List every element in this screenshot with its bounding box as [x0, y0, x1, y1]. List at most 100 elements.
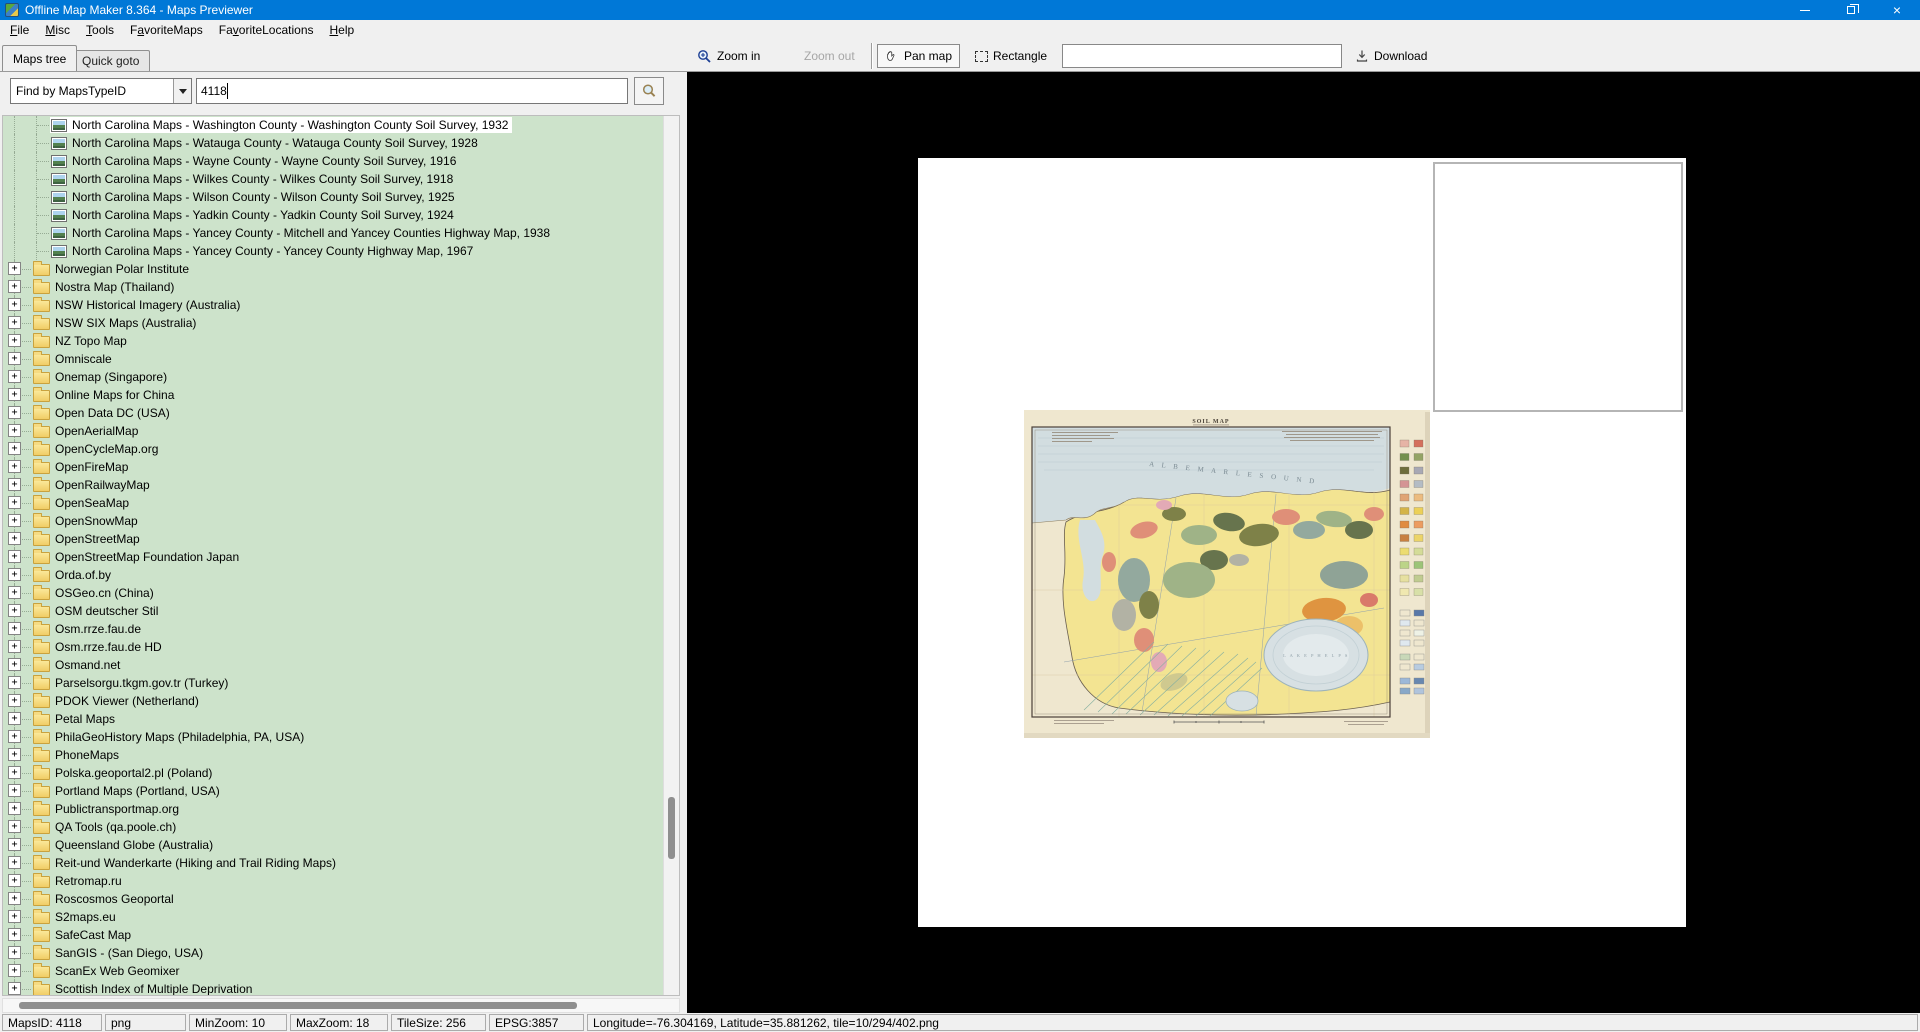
- tree-item-folder[interactable]: + Osmand.net: [3, 656, 663, 674]
- minimize-button[interactable]: [1782, 0, 1828, 20]
- rectangle-button[interactable]: Rectangle: [968, 44, 1054, 68]
- expand-toggle[interactable]: +: [8, 856, 21, 869]
- expand-toggle[interactable]: +: [8, 802, 21, 815]
- expand-toggle[interactable]: +: [8, 442, 21, 455]
- expand-toggle[interactable]: +: [8, 730, 21, 743]
- menu-item-tools[interactable]: Tools: [78, 21, 122, 39]
- expand-toggle[interactable]: +: [8, 424, 21, 437]
- tree-item-folder[interactable]: + Onemap (Singapore): [3, 368, 663, 386]
- expand-toggle[interactable]: +: [8, 316, 21, 329]
- tree-item-folder[interactable]: + Portland Maps (Portland, USA): [3, 782, 663, 800]
- tree-item-folder[interactable]: + SanGIS - (San Diego, USA): [3, 944, 663, 962]
- tree-item-folder[interactable]: + Osm.rrze.fau.de: [3, 620, 663, 638]
- search-input[interactable]: [196, 78, 628, 104]
- find-mode-select[interactable]: Find by MapsTypeID: [10, 78, 192, 104]
- tree-item-folder[interactable]: + QA Tools (qa.poole.ch): [3, 818, 663, 836]
- menu-item-favoritelocations[interactable]: FavoriteLocations: [211, 21, 322, 39]
- expand-toggle[interactable]: +: [8, 910, 21, 923]
- tree-item-folder[interactable]: + Orda.of.by: [3, 566, 663, 584]
- menu-item-favoritemaps[interactable]: FavoriteMaps: [122, 21, 211, 39]
- tree-item-folder[interactable]: + OpenStreetMap: [3, 530, 663, 548]
- tree-item-folder[interactable]: + OpenRailwayMap: [3, 476, 663, 494]
- tree-item-folder[interactable]: + PhilaGeoHistory Maps (Philadelphia, PA,…: [3, 728, 663, 746]
- tree-horizontal-scrollbar[interactable]: [2, 998, 680, 1013]
- tree-vertical-scrollbar[interactable]: [663, 116, 679, 995]
- tree-item-folder[interactable]: + Omniscale: [3, 350, 663, 368]
- pan-map-button[interactable]: Pan map: [877, 44, 961, 68]
- expand-toggle[interactable]: +: [8, 820, 21, 833]
- tree-item-folder[interactable]: + OpenSnowMap: [3, 512, 663, 530]
- expand-toggle[interactable]: +: [8, 298, 21, 311]
- download-area-rectangle[interactable]: [1433, 162, 1683, 412]
- tree-item-folder[interactable]: + Retromap.ru: [3, 872, 663, 890]
- menu-item-help[interactable]: Help: [322, 21, 363, 39]
- tree-item-folder[interactable]: + Nostra Map (Thailand): [3, 278, 663, 296]
- tree-item-folder[interactable]: + Queensland Globe (Australia): [3, 836, 663, 854]
- expand-toggle[interactable]: +: [8, 676, 21, 689]
- tree-item-folder[interactable]: + Petal Maps: [3, 710, 663, 728]
- expand-toggle[interactable]: +: [8, 496, 21, 509]
- expand-toggle[interactable]: +: [8, 658, 21, 671]
- expand-toggle[interactable]: +: [8, 982, 21, 995]
- tree-item-folder[interactable]: + Norwegian Polar Institute: [3, 260, 663, 278]
- tree-item-map[interactable]: North Carolina Maps - Yancey County - Ya…: [3, 242, 663, 260]
- combo-arrow-button[interactable]: [173, 79, 191, 103]
- expand-toggle[interactable]: +: [8, 370, 21, 383]
- tree-item-folder[interactable]: + OpenFireMap: [3, 458, 663, 476]
- tree-item-map[interactable]: North Carolina Maps - Watauga County - W…: [3, 134, 663, 152]
- tree-item-folder[interactable]: + PDOK Viewer (Netherland): [3, 692, 663, 710]
- expand-toggle[interactable]: +: [8, 334, 21, 347]
- expand-toggle[interactable]: +: [8, 712, 21, 725]
- expand-toggle[interactable]: +: [8, 964, 21, 977]
- expand-toggle[interactable]: +: [8, 838, 21, 851]
- tree-item-folder[interactable]: + S2maps.eu: [3, 908, 663, 926]
- tree-item-folder[interactable]: + OpenStreetMap Foundation Japan: [3, 548, 663, 566]
- tree-item-folder[interactable]: + Open Data DC (USA): [3, 404, 663, 422]
- tree-item-folder[interactable]: + Roscosmos Geoportal: [3, 890, 663, 908]
- expand-toggle[interactable]: +: [8, 622, 21, 635]
- tree-item-folder[interactable]: + Online Maps for China: [3, 386, 663, 404]
- tree-item-map[interactable]: North Carolina Maps - Yancey County - Mi…: [3, 224, 663, 242]
- restore-button[interactable]: [1828, 0, 1874, 20]
- expand-toggle[interactable]: +: [8, 550, 21, 563]
- close-button[interactable]: ×: [1874, 0, 1920, 20]
- expand-toggle[interactable]: +: [8, 694, 21, 707]
- tree-item-map[interactable]: North Carolina Maps - Wilson County - Wi…: [3, 188, 663, 206]
- tree-item-folder[interactable]: + Publictransportmap.org: [3, 800, 663, 818]
- vertical-scrollbar-thumb[interactable]: [668, 797, 675, 859]
- expand-toggle[interactable]: +: [8, 532, 21, 545]
- search-button[interactable]: [634, 77, 664, 105]
- expand-toggle[interactable]: +: [8, 892, 21, 905]
- tree-item-folder[interactable]: + NZ Topo Map: [3, 332, 663, 350]
- tree-item-map[interactable]: North Carolina Maps - Yadkin County - Ya…: [3, 206, 663, 224]
- tree-item-folder[interactable]: + PhoneMaps: [3, 746, 663, 764]
- zoom-out-button[interactable]: Zoom out: [797, 44, 862, 68]
- expand-toggle[interactable]: +: [8, 568, 21, 581]
- tree-item-folder[interactable]: + OSM deutscher Stil: [3, 602, 663, 620]
- expand-toggle[interactable]: +: [8, 874, 21, 887]
- menu-item-misc[interactable]: Misc: [37, 21, 78, 39]
- expand-toggle[interactable]: +: [8, 352, 21, 365]
- tree-item-folder[interactable]: + Osm.rrze.fau.de HD: [3, 638, 663, 656]
- expand-toggle[interactable]: +: [8, 478, 21, 491]
- tree-item-map[interactable]: North Carolina Maps - Wayne County - Way…: [3, 152, 663, 170]
- expand-toggle[interactable]: +: [8, 280, 21, 293]
- tree-item-folder[interactable]: + NSW Historical Imagery (Australia): [3, 296, 663, 314]
- tree-item-folder[interactable]: + Scottish Index of Multiple Deprivation: [3, 980, 663, 995]
- menu-item-file[interactable]: File: [2, 21, 37, 39]
- expand-toggle[interactable]: +: [8, 406, 21, 419]
- tab-quick-goto[interactable]: Quick goto: [71, 50, 151, 71]
- expand-toggle[interactable]: +: [8, 928, 21, 941]
- map-tile-page[interactable]: SOIL MAP A L B E M A R L E S O U N D L A…: [918, 158, 1686, 927]
- zoom-in-button[interactable]: Zoom in: [690, 44, 767, 68]
- tab-maps-tree[interactable]: Maps tree: [2, 45, 78, 71]
- expand-toggle[interactable]: +: [8, 604, 21, 617]
- expand-toggle[interactable]: +: [8, 262, 21, 275]
- tree-item-folder[interactable]: + OpenAerialMap: [3, 422, 663, 440]
- tree-item-map[interactable]: North Carolina Maps - Wilkes County - Wi…: [3, 170, 663, 188]
- area-input[interactable]: [1062, 44, 1342, 68]
- tree-item-folder[interactable]: + NSW SIX Maps (Australia): [3, 314, 663, 332]
- tree-item-folder[interactable]: + OpenCycleMap.org: [3, 440, 663, 458]
- expand-toggle[interactable]: +: [8, 460, 21, 473]
- expand-toggle[interactable]: +: [8, 388, 21, 401]
